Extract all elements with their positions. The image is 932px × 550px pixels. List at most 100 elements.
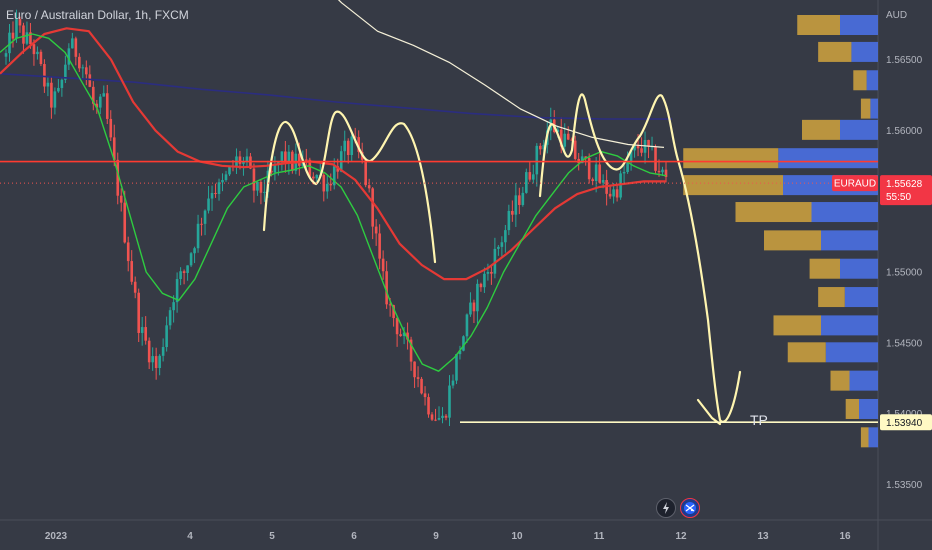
candle-body: [573, 140, 577, 159]
chart-root: TP AUD1.565001.560001.555001.550001.5450…: [0, 0, 932, 550]
candle-body: [626, 162, 629, 173]
candle-body: [469, 302, 472, 315]
candle-body: [381, 258, 385, 272]
candle-body: [109, 118, 113, 138]
candle-body: [224, 174, 228, 181]
candle-body: [490, 271, 493, 274]
candle-body: [315, 174, 319, 179]
volume-profile-up-bar: [778, 148, 878, 169]
candle-body: [182, 271, 186, 273]
candle-body: [640, 148, 643, 153]
candle-body: [168, 310, 172, 326]
volume-profile-down-bar: [802, 119, 840, 140]
candle-body: [203, 210, 207, 224]
candle-body: [280, 151, 284, 163]
candle-body: [102, 93, 106, 97]
candle-body: [563, 133, 567, 147]
candle-body: [36, 51, 39, 55]
volume-profile-down-bar: [764, 230, 821, 251]
candle-body: [479, 283, 483, 288]
volume-profile-up-bar: [821, 230, 878, 251]
candle-body: [32, 44, 36, 55]
date-tick-label: 10: [511, 531, 523, 542]
candle-body: [511, 210, 514, 215]
candle-body: [657, 170, 661, 173]
candle-body: [325, 183, 329, 192]
candle-body: [46, 82, 50, 87]
volume-profile-up-bar: [811, 202, 878, 223]
candle-body: [364, 159, 367, 186]
date-tick-label: 6: [351, 531, 357, 542]
volume-profile-down-bar: [853, 70, 867, 91]
volume-profile-down-bar: [773, 315, 821, 336]
candle-body: [78, 56, 81, 69]
candle-body: [88, 74, 92, 87]
candle-body: [343, 140, 347, 152]
candle-body: [437, 417, 441, 420]
date-tick-label: 5: [269, 531, 275, 542]
candle-body: [50, 82, 53, 108]
candle-body: [196, 223, 200, 249]
flag-icon[interactable]: [680, 498, 700, 518]
candle-body: [252, 168, 256, 191]
candle-body: [161, 347, 165, 356]
candle-body: [137, 292, 140, 333]
candle-body: [312, 176, 315, 179]
candle-body: [4, 53, 8, 57]
candle-body: [367, 185, 371, 189]
volume-profile-down-bar: [845, 398, 859, 419]
volume-profile-down-bar: [683, 148, 779, 169]
candle-body: [221, 180, 224, 183]
volume-profile-down-bar: [809, 258, 840, 279]
candle-body: [329, 183, 333, 186]
candle-body: [151, 356, 154, 363]
candle-body: [598, 164, 601, 183]
candle-body: [521, 192, 525, 205]
candle-body: [350, 136, 354, 156]
candle-body: [39, 51, 43, 65]
candle-body: [22, 25, 25, 44]
candle-body: [615, 189, 619, 198]
volume-profile-down-bar: [787, 342, 826, 363]
candle-body: [71, 38, 74, 49]
candle-body: [179, 271, 182, 280]
candle-body: [123, 202, 127, 243]
candle-body: [154, 356, 158, 369]
candle-body: [15, 19, 18, 39]
candle-body: [476, 283, 479, 312]
volume-profile-down-bar: [830, 370, 850, 391]
candle-body: [172, 302, 175, 311]
date-tick-label: 11: [594, 531, 605, 542]
lightning-icon[interactable]: [656, 498, 676, 518]
candle-body: [207, 198, 210, 211]
date-tick-label: 12: [675, 531, 687, 542]
candle-body: [85, 67, 88, 75]
candle-body: [483, 273, 486, 288]
candle-body: [518, 195, 521, 205]
candle-body: [500, 242, 504, 247]
tp-label: TP: [750, 412, 768, 428]
candle-body: [210, 192, 214, 199]
candle-body: [420, 378, 423, 394]
candle-body: [594, 164, 598, 182]
price-chart[interactable]: TP AUD1.565001.560001.555001.550001.5450…: [0, 0, 932, 550]
currency-label: AUD: [886, 10, 907, 21]
candle-body: [305, 159, 308, 161]
candle-body: [504, 230, 507, 243]
candle-body: [133, 281, 137, 293]
candle-body: [566, 133, 570, 140]
candle-body: [434, 419, 437, 421]
candle-body: [601, 180, 605, 183]
candle-body: [448, 385, 451, 418]
candle-body: [57, 87, 60, 92]
candle-body: [74, 38, 78, 57]
candle-body: [430, 414, 434, 420]
last-price-value: 1.55628: [886, 179, 923, 190]
candle-body: [497, 246, 500, 249]
symbol-title[interactable]: Euro / Australian Dollar, 1h, FXCM: [6, 8, 189, 22]
candle-body: [455, 354, 458, 381]
volume-profile-down-bar: [818, 41, 852, 62]
price-tick-label: 1.56000: [886, 126, 923, 137]
volume-profile-down-bar: [860, 427, 869, 448]
date-tick-label: 13: [757, 531, 769, 542]
